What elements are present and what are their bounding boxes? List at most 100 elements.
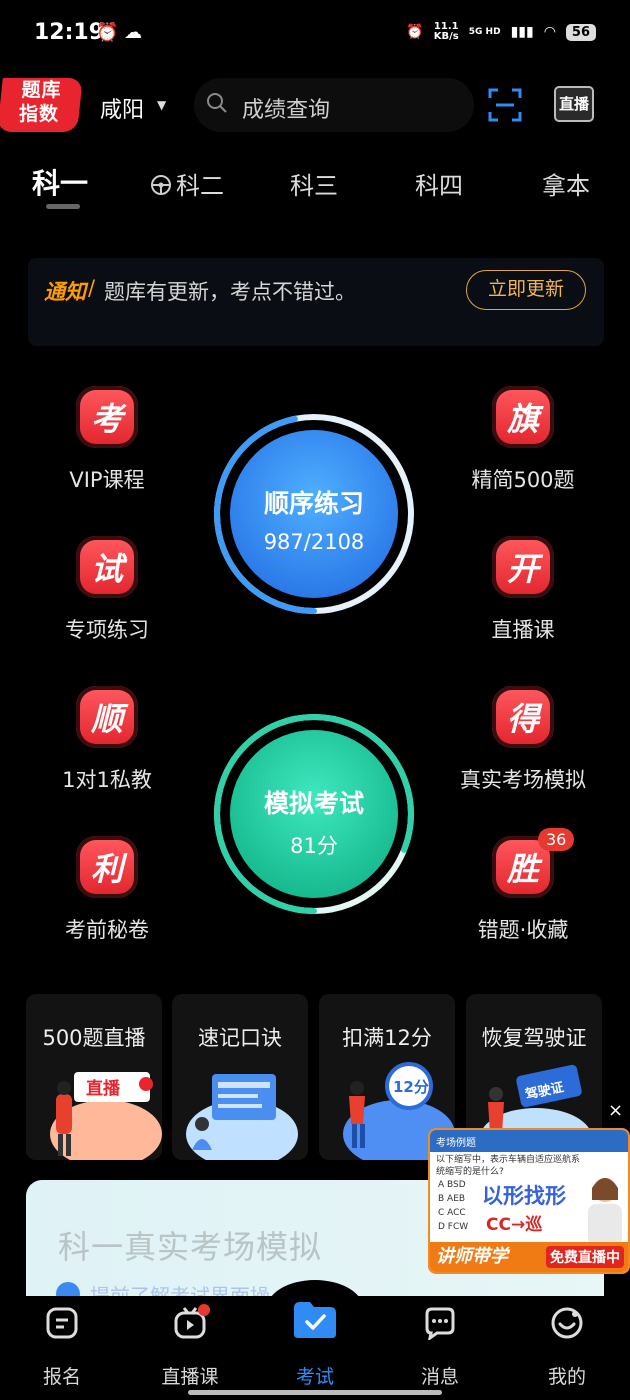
feature-real-exam-simulation[interactable]: 得 真实考场模拟	[448, 686, 598, 794]
feature-badge: 得	[492, 686, 554, 748]
feature-special-practice[interactable]: 试 专项练习	[42, 536, 172, 644]
feature-private-tutor[interactable]: 顺 1对1私教	[42, 686, 172, 794]
nav-messages[interactable]: 消息	[400, 1306, 480, 1389]
wifi-icon: ◠	[543, 24, 556, 40]
dropdown-arrow-icon[interactable]: ▼	[157, 98, 166, 112]
logo-line2: 指数	[19, 103, 60, 125]
signal-icon: ▮▮▮	[510, 24, 534, 40]
mock-exam-score: 81分	[290, 834, 338, 858]
nav-exam[interactable]: 考试	[275, 1300, 355, 1389]
tab-subject-2[interactable]: 科二	[150, 166, 224, 201]
teacher-photo-icon	[588, 1178, 622, 1246]
notice-separator: /	[88, 276, 96, 300]
nav-label: 考试	[295, 1366, 334, 1388]
feature-badge: 考	[76, 386, 138, 448]
mnemonics-illustration	[186, 1074, 298, 1160]
promo-title: 恢复驾驶证	[481, 1026, 587, 1050]
banner-title: 科一真实考场模拟	[58, 1228, 323, 1266]
update-notice: 通知 / 题库有更新，考点不错过。 立即更新	[28, 258, 604, 346]
nav-signup[interactable]: 报名	[22, 1306, 102, 1389]
feature-live-course[interactable]: 开 直播课	[458, 536, 588, 644]
floating-live-ad[interactable]: 考场例题 以下缩写中，表示车辆自适应巡航系统缩写的是什么? A BSD B AE…	[428, 1128, 630, 1274]
nav-live-course[interactable]: 直播课	[150, 1304, 230, 1389]
net-speed-unit: KB/s	[433, 31, 459, 42]
scan-icon[interactable]	[488, 88, 522, 122]
nav-label: 我的	[547, 1366, 586, 1388]
feature-secret-papers[interactable]: 利 考前秘卷	[42, 836, 172, 944]
feature-simplified-500[interactable]: 旗 精简500题	[458, 386, 588, 494]
ad-option: C ACC	[438, 1208, 466, 1218]
feature-label: 考前秘卷	[65, 918, 149, 942]
ad-option: D FCW	[438, 1222, 469, 1232]
bottom-navigation: 报名 直播课 考试 消息 我的	[0, 1296, 630, 1400]
tab-subject-3[interactable]: 科三	[290, 166, 338, 201]
nav-label: 消息	[420, 1366, 459, 1388]
question-bank-index-logo[interactable]: 题库 指数	[0, 78, 83, 132]
home-indicator[interactable]	[188, 1390, 442, 1395]
update-now-button[interactable]: 立即更新	[466, 270, 586, 310]
status-bar: 12:19 ⏰ ☁ ⏰ 11.1 KB/s 5G HD ▮▮▮ ◠ 56	[0, 0, 630, 70]
nav-label: 直播课	[161, 1366, 219, 1388]
feature-wrong-favorites[interactable]: 胜 36 错题·收藏	[458, 828, 588, 944]
top-header: 题库 指数 咸阳 ▼ 成绩查询 直播	[0, 76, 630, 136]
status-time: 12:19	[34, 20, 105, 45]
promo-500-live[interactable]: 500题直播 直播	[26, 994, 162, 1160]
mock-exam-title: 模拟考试	[263, 789, 364, 818]
feature-badge: 开	[492, 536, 554, 598]
ad-live-label: 免费直播中	[546, 1246, 624, 1268]
sequential-title: 顺序练习	[263, 489, 364, 518]
ad-options: A BSD B AEB C ACC D FCW	[438, 1178, 468, 1234]
steering-wheel-icon	[151, 175, 171, 195]
logo-line1: 题库	[21, 79, 62, 101]
sequential-practice-button[interactable]: 顺序练习 987/2108	[212, 412, 416, 616]
ad-teacher-label: 讲师带学	[436, 1246, 508, 1267]
promo-title: 扣满12分	[342, 1026, 432, 1050]
message-icon	[425, 1307, 455, 1342]
tab-subject-2-label: 科二	[176, 172, 224, 200]
promo-title: 速记口诀	[198, 1026, 282, 1050]
subject-tabs: 科一 科二 科三 科四 拿本	[0, 160, 630, 220]
promo-art-text: 12分	[393, 1078, 429, 1096]
feature-vip-course[interactable]: 考 VIP课程	[42, 386, 172, 494]
net-speed: 11.1 KB/s	[434, 22, 459, 42]
feature-badge: 旗	[492, 386, 554, 448]
live-stream-illustration: 直播	[50, 1072, 162, 1160]
sequential-progress-text: 987/2108	[263, 530, 365, 554]
notice-tag: 通知	[44, 280, 86, 304]
feature-label: 专项练习	[65, 618, 149, 642]
ad-formula: CC→巡	[486, 1215, 543, 1235]
tab-get-license[interactable]: 拿本	[542, 166, 590, 201]
promo-mnemonics[interactable]: 速记口诀	[172, 994, 308, 1160]
mock-exam-button[interactable]: 模拟考试 81分	[212, 712, 416, 916]
search-placeholder: 成绩查询	[242, 98, 331, 123]
feature-label: 真实考场模拟	[460, 768, 586, 792]
search-bar[interactable]: 成绩查询	[194, 78, 474, 132]
feature-badge: 试	[76, 536, 138, 598]
battery-indicator: 56	[565, 23, 596, 41]
notice-text: 题库有更新，考点不错过。	[104, 280, 356, 304]
feature-label: 错题·收藏	[477, 918, 569, 942]
nav-profile[interactable]: 我的	[527, 1306, 607, 1389]
signal-label: 5G HD	[468, 27, 501, 37]
ad-option: B AEB	[438, 1194, 466, 1204]
feature-label: 直播课	[491, 618, 555, 642]
city-selector[interactable]: 咸阳	[100, 92, 144, 124]
promo-title: 500题直播	[42, 1026, 146, 1050]
feature-label: 精简500题	[471, 468, 575, 492]
profile-icon	[551, 1307, 583, 1339]
ad-question: 以下缩写中，表示车辆自适应巡航系统缩写的是什么?	[436, 1155, 581, 1177]
feature-badge: 利	[76, 836, 138, 898]
notification-dot	[198, 1304, 210, 1316]
alarm-cloud-icons: ⏰ ☁	[96, 22, 143, 43]
tab-subject-1[interactable]: 科一	[32, 162, 88, 202]
close-icon[interactable]: ×	[608, 1100, 623, 1121]
live-button[interactable]: 直播	[554, 86, 594, 122]
ad-headline: 以形找形	[482, 1184, 566, 1208]
status-right: ⏰ 11.1 KB/s 5G HD ▮▮▮ ◠ 56	[406, 22, 596, 42]
ad-option: A BSD	[438, 1180, 466, 1190]
tab-subject-4[interactable]: 科四	[415, 166, 463, 201]
signup-icon	[46, 1307, 78, 1339]
feature-label: 1对1私教	[62, 768, 152, 792]
exam-folder-icon	[294, 1302, 336, 1338]
wrong-count-badge: 36	[538, 828, 575, 851]
